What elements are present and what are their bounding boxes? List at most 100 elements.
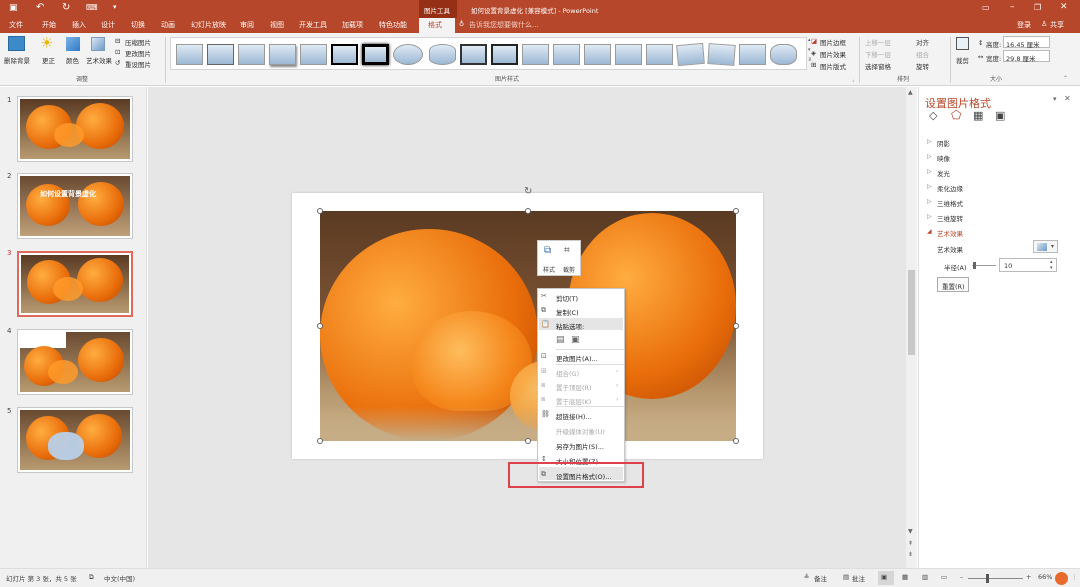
- pane-options-icon[interactable]: ▾: [1053, 95, 1057, 103]
- resize-handle[interactable]: [733, 323, 739, 329]
- style-thumb[interactable]: [707, 43, 736, 66]
- crop-icon[interactable]: [956, 37, 969, 50]
- pane-soft-edges[interactable]: 柔化边缘: [937, 183, 963, 193]
- artistic-effects-icon[interactable]: [91, 37, 105, 51]
- resize-handle[interactable]: [733, 438, 739, 444]
- menu-send-to-back[interactable]: 置于底层(K): [556, 396, 591, 406]
- selection-pane-button[interactable]: 选择窗格: [865, 61, 891, 71]
- menu-bring-to-front[interactable]: 置于顶层(R): [556, 382, 592, 392]
- customize-qat-icon[interactable]: ▾: [113, 3, 117, 11]
- zoom-in-icon[interactable]: +: [1026, 573, 1031, 581]
- tab-animations[interactable]: 动画: [161, 20, 175, 30]
- scroll-up-icon[interactable]: ▲: [908, 89, 913, 96]
- color-icon[interactable]: [66, 37, 80, 51]
- style-thumb[interactable]: [491, 44, 518, 65]
- height-input[interactable]: 16.45 厘米: [1006, 39, 1040, 49]
- style-thumb[interactable]: [460, 44, 487, 65]
- size-properties-icon[interactable]: ▦: [973, 109, 983, 122]
- pane-glow[interactable]: 发光: [937, 168, 950, 178]
- style-thumb[interactable]: [615, 44, 642, 65]
- reset-picture-button[interactable]: 重设图片: [125, 59, 151, 69]
- styles-launcher-icon[interactable]: ⌟: [852, 77, 854, 83]
- reset-button[interactable]: 重置(R): [937, 277, 969, 292]
- slide-thumb-3-selected[interactable]: [17, 251, 133, 317]
- save-icon[interactable]: ▣: [9, 3, 18, 13]
- zoom-slider[interactable]: [968, 578, 1023, 579]
- style-thumb[interactable]: [676, 42, 705, 67]
- style-thumb[interactable]: [522, 44, 549, 65]
- slide-sorter-icon[interactable]: ▦: [902, 573, 908, 581]
- fit-slide-icon[interactable]: [1055, 572, 1068, 585]
- comments-button[interactable]: 批注: [852, 573, 865, 583]
- tell-me-input[interactable]: 告诉我您想要做什么...: [469, 20, 539, 30]
- minimize-icon[interactable]: –: [1010, 2, 1015, 12]
- tab-transitions[interactable]: 切换: [131, 20, 145, 30]
- picture-icon[interactable]: ▣: [995, 109, 1005, 122]
- style-thumb[interactable]: [739, 44, 766, 65]
- presenter-icon[interactable]: ⌨: [86, 3, 98, 12]
- resize-handle[interactable]: [317, 208, 323, 214]
- menu-save-as-picture[interactable]: 另存为图片(S)...: [556, 441, 604, 451]
- tab-file[interactable]: 文件: [9, 20, 23, 30]
- menu-cut[interactable]: 剪切(T): [556, 293, 578, 303]
- restore-icon[interactable]: ❐: [1034, 3, 1041, 12]
- tab-insert[interactable]: 插入: [72, 20, 86, 30]
- send-backward-button[interactable]: 下移一层: [865, 49, 891, 59]
- pane-artistic-effects[interactable]: 艺术效果: [937, 228, 963, 238]
- rotate-handle-icon[interactable]: ↻: [524, 186, 532, 197]
- scroll-down-icon[interactable]: ▼: [908, 528, 913, 535]
- close-icon[interactable]: ✕: [1060, 2, 1068, 12]
- language-status[interactable]: 中文(中国): [104, 573, 135, 583]
- style-thumb[interactable]: [207, 44, 234, 65]
- menu-copy[interactable]: 复制(C): [556, 307, 579, 317]
- crop-icon[interactable]: ⌗: [564, 245, 570, 256]
- bring-forward-button[interactable]: 上移一层: [865, 37, 891, 47]
- style-thumb[interactable]: [176, 44, 203, 65]
- tab-special[interactable]: 特色功能: [379, 20, 407, 30]
- share-button[interactable]: 共享: [1050, 20, 1064, 30]
- style-thumb[interactable]: [393, 44, 423, 65]
- style-thumb[interactable]: [331, 44, 358, 65]
- prev-slide-icon[interactable]: ⇞: [908, 540, 913, 547]
- slide-thumb-1[interactable]: [17, 96, 133, 162]
- fill-line-icon[interactable]: ◇: [929, 109, 937, 122]
- effects-icon[interactable]: ⬠: [951, 108, 961, 122]
- collapse-ribbon-icon[interactable]: ⌃: [1063, 75, 1068, 82]
- style-thumb[interactable]: [362, 44, 389, 65]
- vertical-scrollbar[interactable]: ▲ ▼ ⇞ ⇟: [906, 87, 917, 568]
- tab-view[interactable]: 视图: [270, 20, 284, 30]
- tab-design[interactable]: 设计: [101, 20, 115, 30]
- rotate-button[interactable]: 旋转: [916, 61, 929, 71]
- style-thumb[interactable]: [269, 44, 296, 65]
- pane-3d-format[interactable]: 三维格式: [937, 198, 963, 208]
- spin-down-icon[interactable]: ▾: [1050, 265, 1053, 271]
- resize-handle[interactable]: [525, 208, 531, 214]
- resize-handle[interactable]: [525, 438, 531, 444]
- scroll-thumb[interactable]: [908, 270, 915, 355]
- style-thumb[interactable]: [770, 44, 797, 65]
- selected-picture[interactable]: [320, 211, 736, 441]
- resize-handle[interactable]: [317, 323, 323, 329]
- login-link[interactable]: 登录: [1017, 20, 1031, 30]
- tab-format[interactable]: 格式: [428, 20, 442, 30]
- normal-view-icon[interactable]: ▣: [881, 573, 887, 581]
- remove-background-icon[interactable]: [8, 36, 25, 51]
- reading-view-icon[interactable]: ▥: [922, 573, 928, 581]
- notes-button[interactable]: 备注: [814, 573, 827, 583]
- radius-input[interactable]: 10: [1004, 262, 1012, 270]
- paste-option-icon[interactable]: ▤: [556, 335, 565, 345]
- zoom-slider-thumb[interactable]: [986, 574, 989, 583]
- style-thumb[interactable]: [238, 44, 265, 65]
- pane-close-icon[interactable]: ✕: [1064, 94, 1071, 103]
- slide-thumb-2[interactable]: 如何设置背景虚化: [17, 173, 133, 239]
- style-thumb[interactable]: [429, 44, 456, 65]
- zoom-level[interactable]: 66%: [1038, 573, 1052, 581]
- picture-border-button[interactable]: 图片边框: [820, 37, 846, 47]
- slide-thumb-5[interactable]: [17, 407, 133, 473]
- pane-reflection[interactable]: 映像: [937, 153, 950, 163]
- picture-layout-button[interactable]: 图片版式: [820, 61, 846, 71]
- style-thumb[interactable]: [584, 44, 611, 65]
- menu-group[interactable]: 组合(G): [556, 368, 579, 378]
- pane-3d-rotation[interactable]: 三维旋转: [937, 213, 963, 223]
- group-button[interactable]: 组合: [916, 49, 929, 59]
